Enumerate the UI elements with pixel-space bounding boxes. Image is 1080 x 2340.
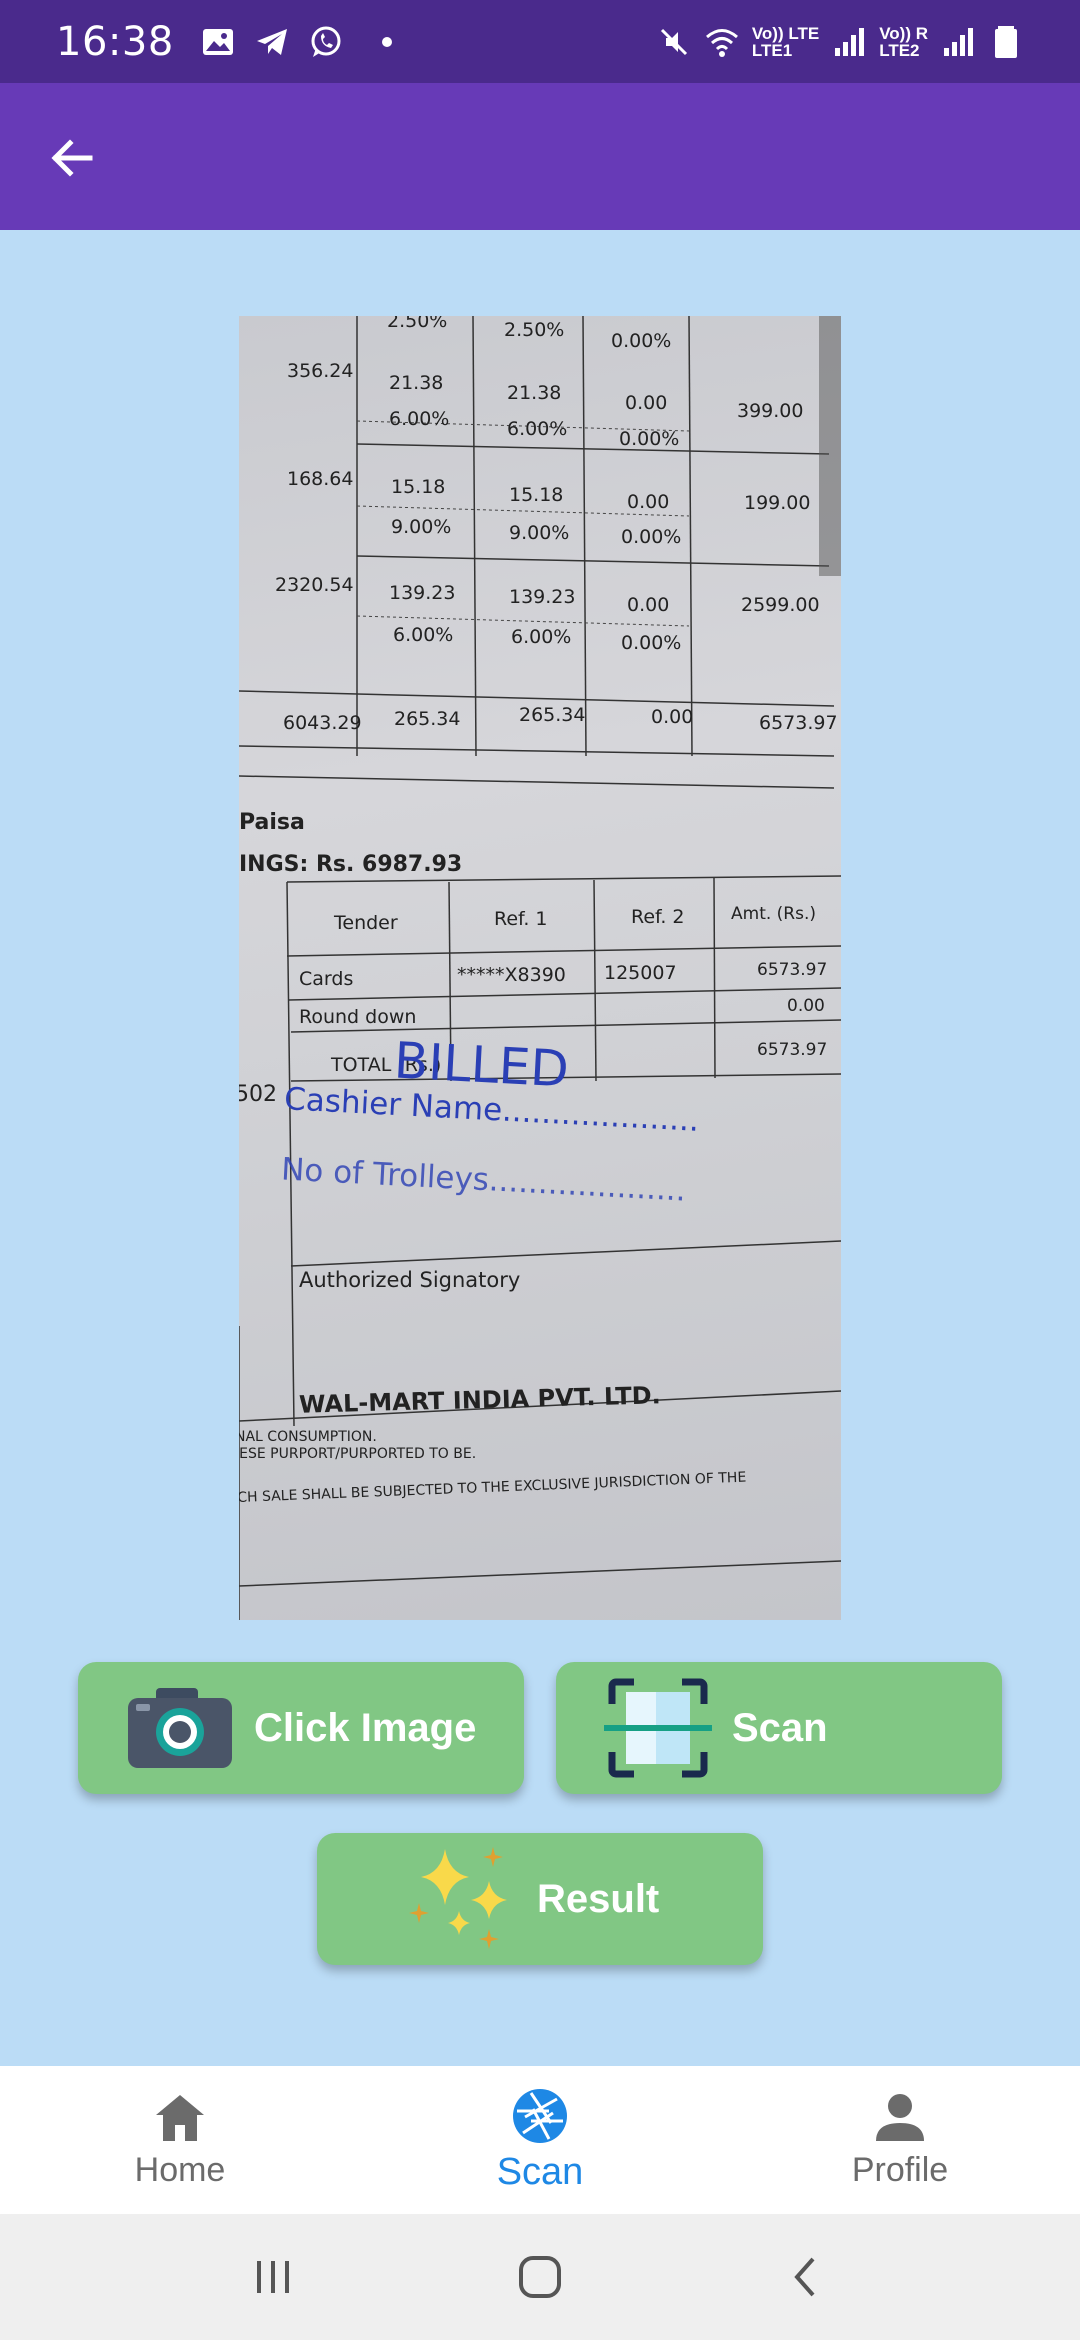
whatsapp-icon — [311, 26, 341, 57]
receipt-cell: 21.38 — [507, 382, 562, 404]
sparkles-icon — [409, 1847, 507, 1949]
receipt-cell: 0.00 — [625, 392, 668, 414]
back-button[interactable] — [32, 123, 112, 193]
receipt-cell: 139.23 — [509, 586, 576, 608]
battery-icon — [995, 25, 1017, 58]
camera-icon — [128, 1688, 232, 1768]
tender-cell: 0.00 — [787, 996, 825, 1016]
nav-item-scan[interactable]: Scan — [360, 2066, 720, 2214]
receipt-savings: INGS: Rs. 6987.93 — [239, 852, 463, 877]
receipt-footer-line: NAL CONSUMPTION. — [239, 1429, 377, 1445]
tender-cell: Round down — [299, 1006, 417, 1028]
receipt-total-cell: 6573.97 — [759, 712, 838, 734]
receipt-cell: 6.00% — [511, 626, 572, 648]
result-label: Result — [537, 1876, 660, 1921]
receipt-total-cell: 265.34 — [519, 704, 586, 726]
home-circle-icon[interactable] — [516, 2253, 564, 2301]
nav-label-home: Home — [134, 2150, 226, 2189]
person-icon — [876, 2093, 924, 2141]
nav-label-profile: Profile — [851, 2150, 949, 2189]
receipt-cell: 21.38 — [389, 372, 444, 394]
click-image-label: Click Image — [254, 1705, 477, 1750]
receipt-cell: 15.18 — [509, 484, 564, 506]
signal-icon — [944, 27, 973, 56]
receipt-cell: 2.50% — [387, 316, 448, 332]
system-navigation-bar — [0, 2214, 1080, 2340]
click-image-button[interactable]: Click Image — [78, 1662, 524, 1794]
nav-item-profile[interactable]: Profile — [720, 2066, 1080, 2214]
tender-header: Ref. 1 — [494, 908, 548, 930]
status-time: 16:38 — [56, 18, 174, 65]
status-bar: 16:38 Vo)) LTE LTE1 Vo)) R LTE2 — [0, 0, 1080, 83]
scanner-icon — [604, 1678, 712, 1778]
receipt-cell: 6.00% — [507, 418, 568, 440]
tender-cell: *****X8390 — [457, 964, 566, 986]
receipt-cell: 9.00% — [509, 522, 570, 544]
image-icon — [202, 28, 233, 55]
receipt-cell: 139.23 — [389, 582, 456, 604]
authorized-signatory: Authorized Signatory — [299, 1268, 521, 1292]
receipt-cell: 168.64 — [287, 468, 354, 490]
result-button[interactable]: Result — [317, 1833, 763, 1965]
receipt-cell: 15.18 — [391, 476, 446, 498]
receipt-total-cell: 6043.29 — [283, 712, 362, 734]
arrow-back-icon — [51, 139, 93, 177]
receipt-footer-line: IESE PURPORT/PURPORTED TO BE. — [239, 1446, 477, 1462]
aperture-icon — [513, 2088, 567, 2143]
receipt-total-cell: 0.00 — [651, 706, 694, 728]
receipt-cell: 9.00% — [391, 516, 452, 538]
receipt-cell: 0.00% — [621, 632, 682, 654]
scan-button[interactable]: Scan — [556, 1662, 1002, 1794]
wifi-icon — [705, 28, 738, 57]
lte2-label: Vo)) R LTE2 — [879, 23, 928, 60]
tender-cell: 6573.97 — [757, 960, 828, 980]
back-chevron-icon[interactable] — [785, 2255, 829, 2299]
status-system-icons: Vo)) LTE LTE1 Vo)) R LTE2 — [656, 24, 1024, 60]
more-notifications-dot — [381, 36, 392, 47]
receipt-paisa: Paisa — [239, 810, 305, 835]
signal-icon — [835, 27, 865, 56]
receipt-cell: 199.00 — [744, 492, 811, 514]
receipt-cell: 356.24 — [287, 360, 354, 382]
recents-icon[interactable] — [251, 2255, 295, 2299]
receipt-cell: 2599.00 — [741, 594, 820, 616]
mute-icon — [660, 28, 687, 55]
receipt-cell: 0.00 — [627, 491, 670, 513]
receipt-total-cell: 265.34 — [394, 708, 461, 730]
tender-header: Amt. (Rs.) — [731, 904, 816, 924]
nav-label-scan: Scan — [496, 2150, 584, 2193]
status-notification-icons — [200, 24, 392, 60]
nav-item-home[interactable]: Home — [0, 2066, 360, 2214]
receipt-cell: 2320.54 — [275, 574, 354, 596]
receipt-side-number: 502 — [239, 1082, 277, 1107]
tender-cell: 125007 — [604, 962, 677, 984]
lte1-label: Vo)) LTE LTE1 — [751, 23, 820, 60]
bottom-navigation: Home Scan Profile — [0, 2066, 1080, 2214]
receipt-cell: 2.50% — [504, 319, 565, 341]
scan-label: Scan — [732, 1705, 828, 1750]
receipt-cell: 0.00 — [627, 594, 670, 616]
app-bar — [0, 83, 1080, 230]
receipt-cell: 6.00% — [389, 408, 450, 430]
telegram-icon — [256, 28, 287, 55]
tender-header: Tender — [334, 912, 398, 934]
tender-cell: 6573.97 — [757, 1040, 828, 1060]
receipt-cell: 0.00% — [621, 526, 682, 548]
receipt-cell: 0.00% — [619, 428, 680, 450]
receipt-image: 2.50% 2.50% 0.00% 356.24 21.38 6.00% 21.… — [239, 316, 841, 1620]
tender-cell: Cards — [299, 968, 354, 990]
tender-header: Ref. 2 — [631, 906, 685, 928]
receipt-cell: 399.00 — [737, 400, 804, 422]
home-icon — [156, 2094, 204, 2141]
receipt-cell: 6.00% — [393, 624, 454, 646]
receipt-cell: 0.00% — [611, 330, 672, 352]
